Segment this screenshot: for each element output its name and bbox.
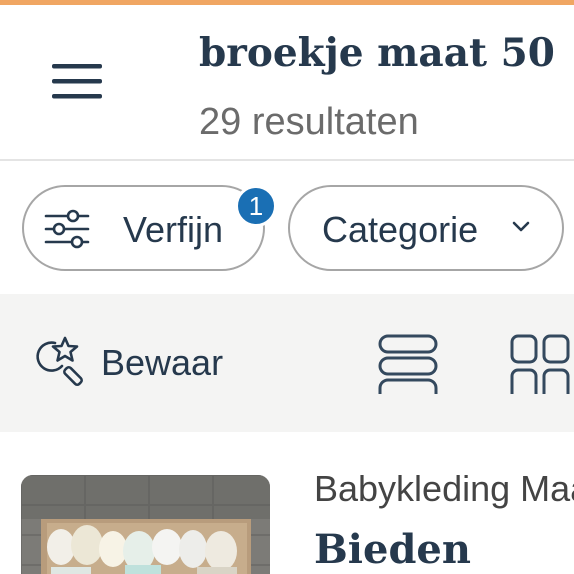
list-view-button[interactable] (372, 332, 444, 396)
listing-price: Bieden (314, 526, 471, 573)
result-count: 29 resultaten (199, 101, 419, 143)
refine-label: Verfijn (123, 209, 224, 250)
baby-clothes-photo (21, 475, 270, 574)
chevron-down-icon (512, 221, 530, 232)
filter-count-badge: 1 (235, 185, 277, 227)
header: broekje maat 50 29 resultaten (0, 5, 574, 160)
refine-filter-button[interactable]: Verfijn (22, 185, 265, 271)
list-view-icon (378, 334, 438, 394)
grid-view-button[interactable] (506, 332, 574, 396)
divider (0, 159, 574, 161)
listing-thumbnail[interactable] (21, 475, 270, 574)
search-query-title[interactable]: broekje maat 50 (199, 30, 574, 76)
grid-view-icon (510, 334, 570, 394)
results-toolbar: Bewaar (0, 294, 574, 432)
listing-category: Babykleding Maat 50 (314, 468, 574, 509)
sliders-icon (44, 209, 90, 249)
hamburger-menu-icon (52, 64, 102, 99)
magic-search-star-icon (36, 336, 83, 386)
category-filter-button[interactable]: Categorie (288, 185, 564, 271)
menu-button[interactable] (38, 47, 118, 109)
save-search-button[interactable]: Bewaar (33, 334, 253, 390)
search-results-page: broekje maat 50 29 resultaten Verfijn 1 … (0, 0, 574, 574)
save-search-label: Bewaar (101, 342, 224, 383)
category-label: Categorie (322, 209, 479, 250)
listing-item[interactable]: Babykleding Maat 50 Bieden (0, 432, 574, 574)
